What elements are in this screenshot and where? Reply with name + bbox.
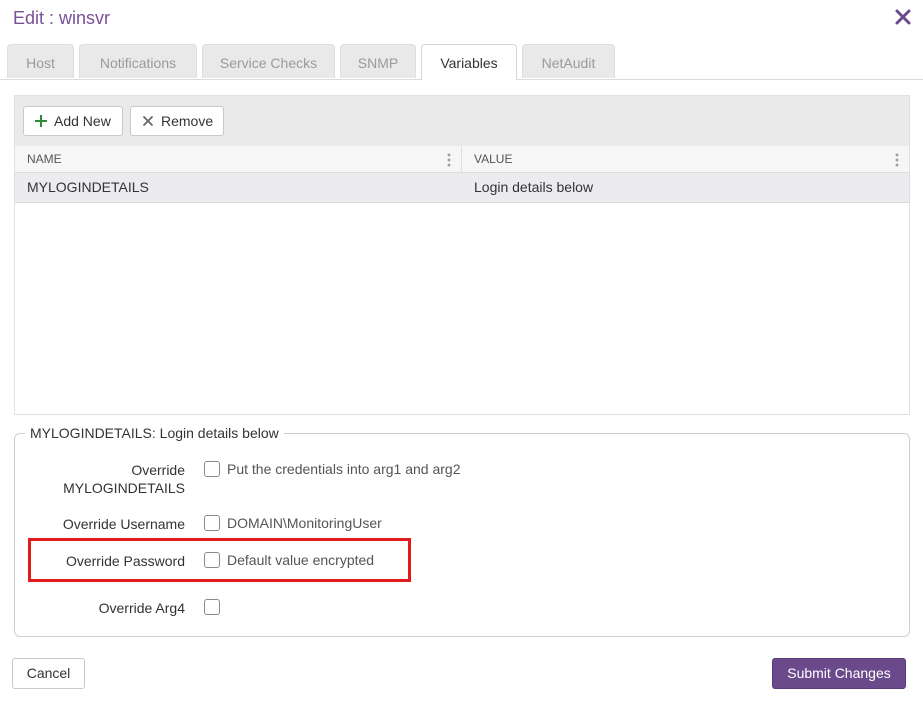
cell-name: MYLOGINDETAILS xyxy=(27,179,149,195)
override-variable-checkbox[interactable] xyxy=(204,461,220,477)
override-arg4-checkbox[interactable] xyxy=(204,599,220,615)
cancel-button[interactable]: Cancel xyxy=(12,658,85,689)
dialog-title: Edit : winsvr xyxy=(13,8,111,28)
tab-snmp[interactable]: SNMP xyxy=(340,44,416,78)
tab-strip: Host Notifications Service Checks SNMP V… xyxy=(7,44,923,80)
column-menu-icon[interactable] xyxy=(895,153,899,167)
column-menu-icon[interactable] xyxy=(447,153,451,167)
add-new-label: Add New xyxy=(54,113,111,129)
tab-host[interactable]: Host xyxy=(7,44,74,78)
close-icon[interactable] xyxy=(893,7,913,27)
override-username-checkbox[interactable] xyxy=(204,515,220,531)
override-username-hint: DOMAIN\MonitoringUser xyxy=(227,515,382,531)
column-header-value[interactable]: VALUE xyxy=(462,146,909,173)
override-variable-label: Override MYLOGINDETAILS xyxy=(15,461,185,497)
remove-label: Remove xyxy=(161,113,214,129)
override-variable-label-line2: MYLOGINDETAILS xyxy=(63,480,185,496)
override-variable-hint: Put the credentials into arg1 and arg2 xyxy=(227,461,461,477)
tab-notifications[interactable]: Notifications xyxy=(79,44,197,78)
add-new-button[interactable]: Add New xyxy=(23,106,123,136)
column-header-name[interactable]: NAME xyxy=(15,146,462,173)
variables-grid: Add New Remove NAME VALUE MYLOGINDETAILS… xyxy=(14,95,910,415)
column-header-name-label: NAME xyxy=(27,152,62,166)
column-header-value-label: VALUE xyxy=(474,152,513,166)
grid-toolbar: Add New Remove xyxy=(15,96,909,146)
fieldset-legend: MYLOGINDETAILS: Login details below xyxy=(25,425,284,441)
submit-changes-button[interactable]: Submit Changes xyxy=(772,658,906,689)
grid-header: NAME VALUE xyxy=(15,146,909,173)
plus-icon xyxy=(34,114,48,128)
override-variable-label-line1: Override xyxy=(131,462,185,478)
table-row[interactable]: MYLOGINDETAILS Login details below xyxy=(15,173,909,203)
x-icon xyxy=(141,114,155,128)
tab-variables[interactable]: Variables xyxy=(421,44,517,80)
cell-value: Login details below xyxy=(474,179,594,195)
override-username-label: Override Username xyxy=(62,516,185,532)
highlight-annotation xyxy=(28,538,411,582)
tab-service-checks[interactable]: Service Checks xyxy=(202,44,335,78)
tab-netaudit[interactable]: NetAudit xyxy=(522,44,615,78)
override-arg4-label: Override Arg4 xyxy=(98,600,185,616)
remove-button[interactable]: Remove xyxy=(130,106,224,136)
